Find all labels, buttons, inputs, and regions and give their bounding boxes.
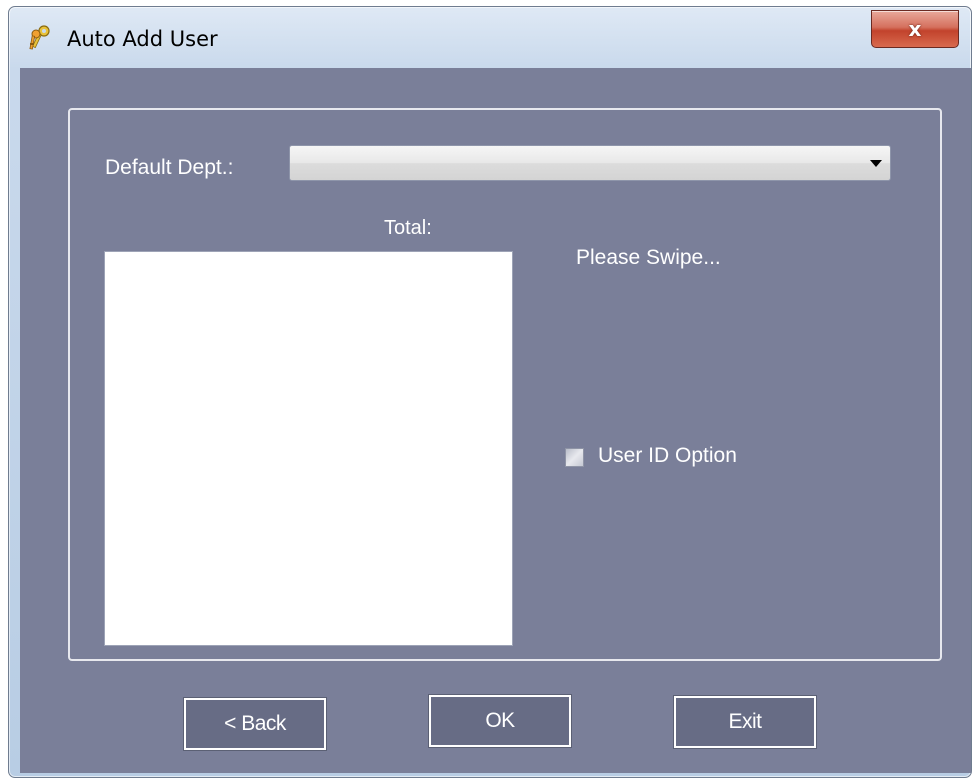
chevron-down-icon[interactable]	[870, 160, 882, 167]
please-swipe-status: Please Swipe...	[576, 246, 721, 269]
dialog-body: Default Dept.: Total: Please Swipe... Us…	[20, 68, 971, 773]
ok-button[interactable]: OK	[428, 694, 572, 748]
window-title: Auto Add User	[67, 27, 218, 51]
close-icon: x	[908, 17, 922, 41]
user-id-option-label[interactable]: User ID Option	[598, 444, 737, 468]
total-label: Total:	[384, 217, 432, 239]
auto-add-user-window: Auto Add User x Default Dept.: Total: Pl…	[8, 6, 972, 778]
title-bar[interactable]: Auto Add User x	[9, 7, 971, 65]
user-list-box[interactable]	[104, 251, 513, 646]
keys-icon	[29, 25, 53, 51]
default-dept-label: Default Dept.:	[105, 156, 234, 179]
exit-button[interactable]: Exit	[673, 695, 817, 749]
back-button[interactable]: < Back	[183, 697, 327, 751]
default-dept-dropdown[interactable]	[289, 145, 891, 181]
close-button[interactable]: x	[871, 10, 959, 48]
user-id-option-checkbox[interactable]	[565, 448, 584, 467]
